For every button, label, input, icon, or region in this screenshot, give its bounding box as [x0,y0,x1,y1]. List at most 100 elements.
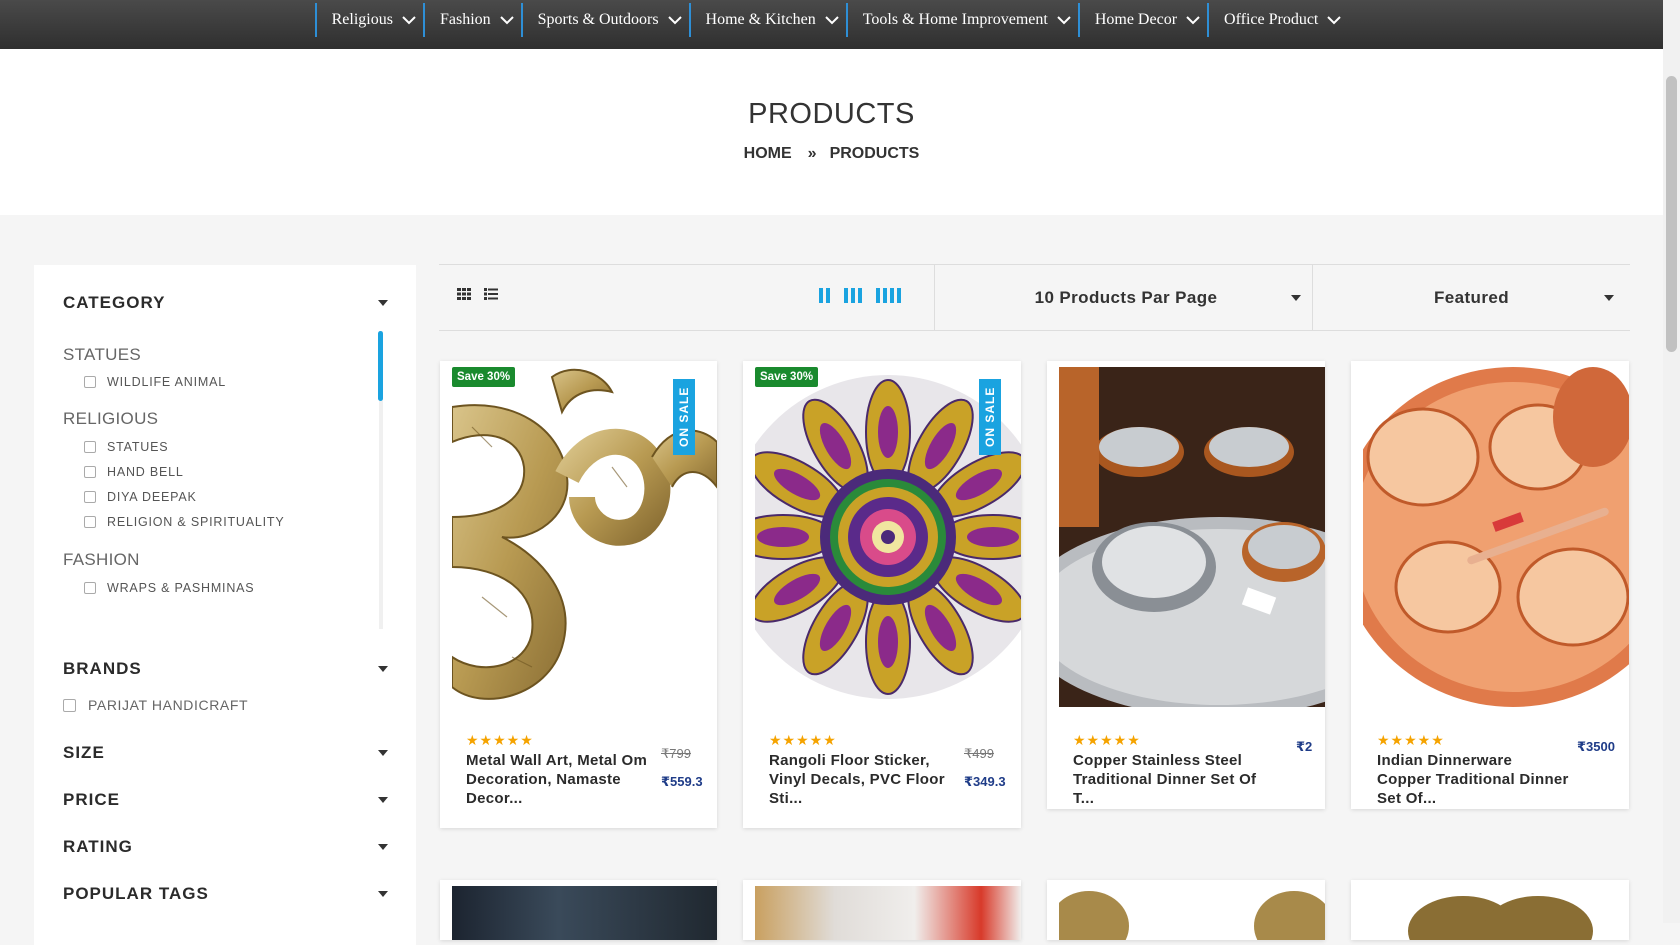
on-sale-ribbon: ON SALE [979,379,1001,455]
chevron-down-icon [499,16,514,25]
product-name[interactable]: Rangoli Floor Sticker, Vinyl Decals, PVC… [769,751,961,808]
dinner-set-image [1059,367,1325,707]
price: ₹2 [1296,739,1313,754]
category-option[interactable]: DIYA DEEPAK [63,484,197,510]
category-group-fashion[interactable]: FASHION [63,550,140,570]
nav-item-office-product[interactable]: Office Product [1207,3,1348,37]
option-label: WILDLIFE ANIMAL [107,375,226,389]
nav-item-fashion[interactable]: Fashion [422,3,521,37]
popular-tags-header[interactable]: POPULAR TAGS [63,884,388,904]
nav-item-religious[interactable]: Religious [314,3,423,37]
checkbox[interactable] [84,516,96,528]
chevron-down-icon [667,16,682,25]
chevron-down-icon [825,16,839,25]
nav-item-label: Tools & Home Improvement [862,11,1048,28]
grid-view-icon[interactable] [457,287,471,301]
caret-down-icon [378,666,388,672]
rating-header[interactable]: RATING [63,837,388,857]
nav-item-home-kitchen[interactable]: Home & Kitchen [688,3,846,37]
breadcrumb-current: PRODUCTS [829,145,920,162]
checkbox[interactable] [84,441,96,453]
sale-price: ₹349.3 [964,774,1006,789]
category-option[interactable]: WILDLIFE ANIMAL [63,369,226,395]
popular-tags-title: POPULAR TAGS [63,884,209,903]
brands-title: BRANDS [63,659,142,678]
list-view-icon[interactable] [484,287,498,301]
product-image-dinner-set[interactable] [1059,367,1325,707]
category-group-statues[interactable]: STATUES [63,345,141,365]
per-page-select[interactable]: 10 Products Par Page [935,265,1317,330]
three-columns-icon[interactable] [844,288,862,303]
rating-stars: ★★★★★ [1073,732,1141,748]
checkbox[interactable] [84,466,96,478]
caret-down-icon [378,844,388,850]
product-image-incense[interactable] [452,886,717,940]
category-option[interactable]: WRAPS & PASHMINAS [63,575,254,601]
product-image-brass-item-2[interactable] [1363,886,1629,940]
nav-item-label: Religious [331,11,393,28]
sort-value: Featured [1434,287,1509,307]
caret-down-icon [378,750,388,756]
product-card[interactable] [1351,880,1629,940]
caret-down-icon [1291,295,1301,301]
product-name[interactable]: Metal Wall Art, Metal Om Decoration, Nam… [466,751,658,808]
scrollbar-thumb[interactable] [1666,76,1677,352]
nav-item-sports-outdoors[interactable]: Sports & Outdoors [520,3,689,37]
rating-title: RATING [63,837,133,856]
nav-item-home-decor[interactable]: Home Decor [1077,3,1207,37]
caret-down-icon [378,300,388,306]
checkbox[interactable] [84,582,96,594]
checkbox[interactable] [84,491,96,503]
breadcrumb-home[interactable]: HOME [744,145,792,163]
price-header[interactable]: PRICE [63,790,388,810]
caret-down-icon [1604,295,1614,301]
nav-item-tools-home-improvement[interactable]: Tools & Home Improvement [845,3,1078,37]
category-scrollbar[interactable] [378,331,383,629]
category-header[interactable]: CATEGORY [63,293,388,313]
nav-item-label: Sports & Outdoors [537,11,659,28]
product-card[interactable]: Save 30% ON SALE ★★★★★ Rangoli Floor Sti… [743,361,1021,828]
rating-stars: ★★★★★ [1377,732,1445,748]
product-name[interactable]: Indian Dinnerware Copper Traditional Din… [1377,751,1569,808]
size-header[interactable]: SIZE [63,743,388,763]
category-option[interactable]: HAND BELL [63,459,184,485]
page-banner: PRODUCTS HOME » PRODUCTS [0,49,1663,215]
four-columns-icon[interactable] [876,288,901,303]
brand-option[interactable]: PARIJAT HANDICRAFT [63,697,248,713]
category-title: CATEGORY [63,293,166,312]
category-group-religious[interactable]: RELIGIOUS [63,409,158,429]
old-price: ₹799 [661,746,691,761]
chevron-down-icon [402,16,416,25]
price-title: PRICE [63,790,120,809]
checkbox[interactable] [84,376,96,388]
filter-sidebar: CATEGORY STATUES WILDLIFE ANIMAL RELIGIO… [34,265,416,945]
product-name[interactable]: Copper Stainless Steel Traditional Dinne… [1073,751,1265,808]
product-card[interactable] [1047,880,1325,940]
two-columns-icon[interactable] [819,288,830,303]
product-card[interactable] [743,880,1021,940]
rating-stars: ★★★★★ [466,732,534,748]
page-scrollbar[interactable] [1663,0,1680,923]
checkbox[interactable] [63,698,76,712]
product-card[interactable]: ★★★★★ Indian Dinnerware Copper Tradition… [1351,361,1629,809]
category-option[interactable]: STATUES [63,434,168,460]
category-scroll-thumb[interactable] [378,331,383,401]
option-label: WRAPS & PASHMINAS [107,581,255,595]
chevron-down-icon [1327,16,1342,25]
product-image-brass-item[interactable] [1049,886,1325,940]
category-option[interactable]: RELIGION & SPIRITUALITY [63,509,284,535]
product-card[interactable]: ★★★★★ Copper Stainless Steel Traditional… [1047,361,1325,809]
sale-price: ₹559.3 [661,774,703,789]
category-list: STATUES WILDLIFE ANIMAL RELIGIOUS STATUE… [63,345,373,895]
nav-item-label: Fashion [439,11,491,28]
product-card[interactable]: Save 30% ON SALE ★★★★★ Metal Wall Art, M… [440,361,717,828]
per-page-value: 10 Products Par Page [1034,287,1218,307]
product-card[interactable] [440,880,717,940]
sort-select[interactable]: Featured [1313,265,1630,330]
brands-header[interactable]: BRANDS [63,659,388,679]
rating-stars: ★★★★★ [769,732,837,748]
caret-down-icon [378,797,388,803]
product-image-plates[interactable] [755,886,1021,940]
page-title: PRODUCTS [748,98,915,130]
product-image-copper-dinnerware[interactable] [1363,367,1629,707]
